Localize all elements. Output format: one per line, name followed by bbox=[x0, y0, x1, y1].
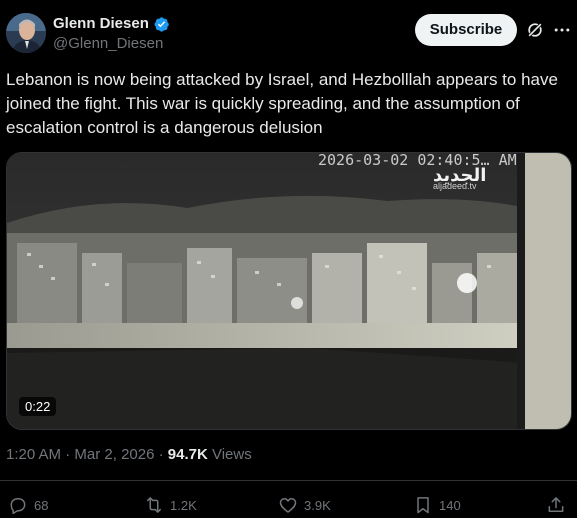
video-overlay-timestamp: 2026-03-02 02:40:5… AM bbox=[318, 152, 517, 169]
meta-separator: · bbox=[65, 446, 71, 463]
repost-button[interactable]: 1.2K bbox=[144, 495, 197, 515]
repost-count: 1.2K bbox=[170, 497, 197, 513]
meta-separator: · bbox=[158, 446, 164, 463]
display-name[interactable]: Glenn Diesen bbox=[53, 15, 149, 33]
avatar[interactable] bbox=[6, 13, 46, 53]
bookmark-button[interactable]: 140 bbox=[413, 495, 461, 515]
tweet-meta: 1:20 AM · Mar 2, 2026 · 94.7K Views bbox=[6, 446, 252, 464]
video-player[interactable]: 2026-03-02 02:40:5… AM الجديد aljadeed.t… bbox=[6, 152, 572, 430]
more-options-icon[interactable] bbox=[552, 20, 572, 40]
views-label: Views bbox=[211, 446, 252, 463]
divider bbox=[0, 480, 577, 481]
tweet-header: Glenn Diesen @Glenn_Diesen Subscribe bbox=[6, 11, 571, 57]
tweet-text: Lebanon is now being attacked by Israel,… bbox=[6, 70, 558, 137]
avatar-image bbox=[6, 13, 46, 53]
reply-button[interactable]: 68 bbox=[8, 495, 48, 515]
channel-logo-subtitle: aljadeed.tv bbox=[433, 181, 477, 191]
share-icon bbox=[548, 497, 564, 512]
reply-count: 68 bbox=[34, 497, 49, 513]
like-button[interactable]: 3.9K bbox=[278, 495, 331, 515]
heart-icon bbox=[279, 498, 297, 513]
views-count: 94.7K bbox=[167, 446, 208, 463]
tweet-time[interactable]: 1:20 AM bbox=[6, 446, 61, 463]
like-count: 3.9K bbox=[304, 497, 331, 513]
action-bar: 68 1.2K 3.9K 140 bbox=[0, 492, 577, 518]
video-duration: 0:22 bbox=[19, 397, 57, 416]
grok-icon[interactable] bbox=[525, 20, 545, 40]
bookmark-count: 140 bbox=[439, 497, 461, 513]
name-row: Glenn Diesen bbox=[53, 15, 170, 33]
repost-icon bbox=[147, 497, 161, 513]
user-handle[interactable]: @Glenn_Diesen bbox=[53, 35, 163, 53]
bookmark-icon bbox=[417, 497, 429, 514]
subscribe-button[interactable]: Subscribe bbox=[415, 14, 517, 46]
video-frame bbox=[7, 153, 571, 429]
share-button[interactable] bbox=[546, 495, 566, 515]
reply-icon bbox=[10, 498, 26, 515]
tweet-date[interactable]: Mar 2, 2026 bbox=[74, 446, 154, 463]
verified-badge-icon bbox=[154, 16, 169, 32]
